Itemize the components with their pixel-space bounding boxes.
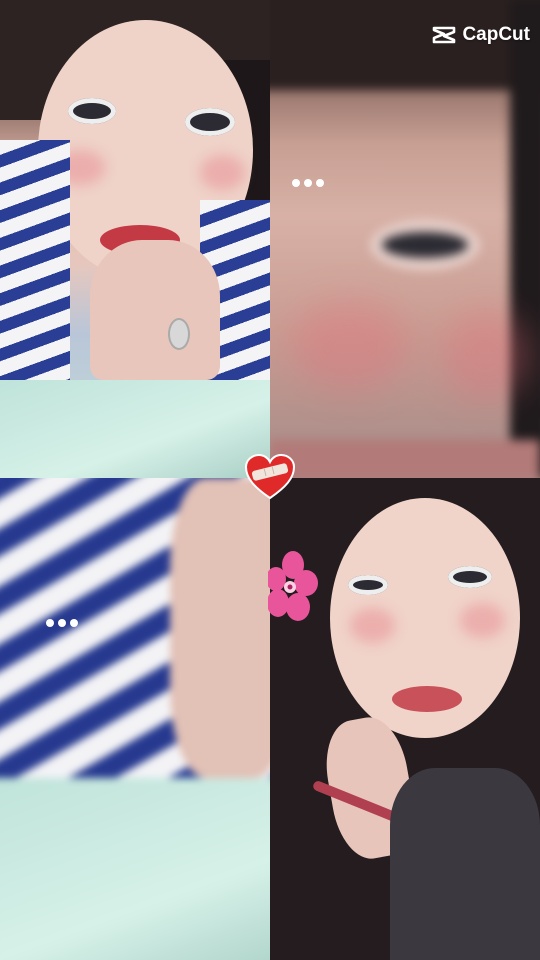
capcut-logo-icon	[433, 26, 456, 44]
blush-left	[350, 608, 395, 643]
blanket	[0, 380, 270, 478]
photo-panel-bottom-left[interactable]	[0, 478, 270, 960]
capcut-logo: CapCut	[432, 24, 530, 46]
bandaged-heart-icon	[244, 453, 296, 500]
eye-right	[185, 108, 235, 136]
blush-right	[460, 603, 505, 638]
blush-right	[200, 155, 245, 190]
more-dots-icon	[46, 619, 78, 627]
lips	[392, 686, 462, 712]
shirt-left	[0, 140, 70, 410]
neckline	[90, 240, 220, 380]
blurred-shirt	[0, 478, 270, 960]
more-dots-icon	[292, 179, 324, 187]
photo-panel-top-right[interactable]: CapCut	[270, 0, 540, 478]
photo-panel-top-left[interactable]	[0, 0, 270, 478]
capcut-logo-text: CapCut	[462, 24, 530, 45]
eye-left	[348, 575, 388, 595]
shirt	[390, 768, 540, 960]
eye-right	[448, 566, 492, 588]
eye-left	[68, 98, 116, 124]
necklace-pendant	[168, 318, 190, 350]
pink-flower-icon	[268, 551, 318, 621]
collage-stage: CapCut	[0, 0, 540, 960]
blurred-face	[270, 0, 540, 478]
